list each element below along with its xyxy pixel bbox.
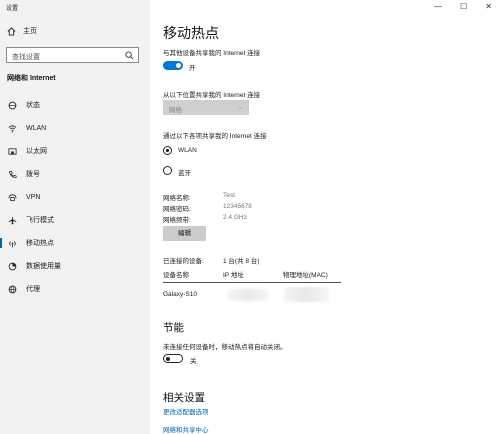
table-divider: [163, 282, 341, 283]
sidebar-item-label: 拨号: [26, 171, 40, 178]
prop-value: 12345678: [223, 203, 252, 210]
main-pane: — ☐ ✕ 移动热点 与其他设备共享我的 Internet 连接 开 从以下位置…: [150, 0, 500, 434]
col-mac: 物理地址(MAC): [283, 272, 328, 279]
sidebar-item-label: 状态: [26, 102, 40, 109]
col-device-name: 设备名称: [163, 272, 189, 279]
home-label: 主页: [23, 28, 37, 35]
link-sharing-center[interactable]: 网络和共享中心: [163, 424, 209, 434]
col-ip: IP 地址: [223, 272, 244, 279]
section-title: 网络和 Internet: [7, 75, 56, 82]
device-name: Galaxy-S10: [163, 291, 197, 298]
connected-label: 已连接的设备:: [163, 258, 204, 265]
search-input[interactable]: 查找设置: [6, 47, 139, 63]
status-icon: [8, 101, 17, 109]
share-toggle[interactable]: [163, 61, 183, 70]
radio-bluetooth[interactable]: [163, 166, 172, 175]
prop-key: 网络频带:: [163, 217, 191, 224]
vpn-icon: [8, 193, 17, 201]
connected-count: 1 台(共 8 台): [223, 258, 260, 265]
radio-wlan[interactable]: [163, 146, 172, 155]
search-icon[interactable]: [125, 51, 134, 60]
power-title: 节能: [163, 322, 184, 334]
sidebar-item-proxy[interactable]: 代理: [0, 281, 150, 297]
edit-button[interactable]: 编辑: [163, 226, 206, 241]
prop-value: 2.4 GHz: [223, 214, 247, 221]
sidebar-item-airplane[interactable]: 飞行模式: [0, 212, 150, 228]
close-button[interactable]: ✕: [485, 2, 492, 11]
radio-bluetooth-label: 蓝牙: [178, 170, 191, 177]
prop-key: 网络名称:: [163, 195, 191, 202]
search-placeholder: 查找设置: [12, 54, 40, 61]
share-over-label: 通过以下各项共享我的 Internet 连接: [163, 133, 267, 140]
proxy-icon: [8, 285, 17, 293]
sidebar-item-data-usage[interactable]: 数据使用量: [0, 258, 150, 274]
redacted-mac: [284, 287, 329, 302]
sidebar-item-ethernet[interactable]: 以太网: [0, 143, 150, 159]
sidebar-item-dialup[interactable]: 拨号: [0, 166, 150, 182]
sidebar-item-status[interactable]: 状态: [0, 97, 150, 113]
radio-wlan-label: WLAN: [178, 147, 197, 154]
minimize-button[interactable]: —: [434, 2, 442, 11]
related-title: 相关设置: [163, 392, 205, 404]
power-toggle-text: 关: [190, 358, 197, 365]
app-title: 设置: [6, 6, 19, 12]
share-toggle-text: 开: [189, 65, 196, 72]
sidebar-item-wlan[interactable]: WLAN: [0, 120, 150, 136]
sidebar-item-hotspot[interactable]: 移动热点: [0, 235, 150, 251]
power-desc: 未连接任何设备时，移动热点将自动关闭。: [163, 344, 287, 351]
maximize-button[interactable]: ☐: [460, 2, 467, 11]
page-title: 移动热点: [163, 25, 219, 41]
dialup-icon: [8, 170, 17, 178]
dropdown-value: 网络: [169, 107, 182, 114]
prop-value: Test: [223, 192, 235, 199]
link-adapter-options[interactable]: 更改适配器选项: [163, 406, 209, 416]
sidebar-item-label: 移动热点: [26, 240, 54, 247]
window-controls: — ☐ ✕: [434, 2, 492, 11]
ethernet-icon: [8, 147, 17, 155]
power-toggle[interactable]: [163, 354, 183, 363]
chevron-down-icon: ⌄: [237, 105, 243, 111]
wifi-icon: [8, 124, 17, 132]
sidebar-item-label: 以太网: [26, 148, 47, 155]
toggle-knob: [166, 356, 170, 361]
sidebar-item-label: 数据使用量: [26, 263, 61, 270]
hotspot-icon: [9, 240, 16, 248]
sidebar-item-label: VPN: [26, 193, 41, 201]
sidebar-item-label: 代理: [26, 286, 40, 293]
sidebar-item-label: WLAN: [26, 124, 47, 132]
airplane-icon: [8, 216, 17, 224]
prop-key: 网络密码:: [163, 206, 191, 213]
home-icon: [7, 26, 16, 36]
share-from-dropdown[interactable]: 网络 ⌄: [163, 100, 249, 115]
share-label: 与其他设备共享我的 Internet 连接: [163, 50, 261, 57]
sidebar-item-vpn[interactable]: VPN: [0, 189, 150, 205]
home-link[interactable]: 主页: [7, 26, 37, 36]
sidebar: 设置 主页 查找设置 网络和 Internet 状态 WLAN 以太网 拨号 V…: [0, 0, 150, 434]
toggle-knob: [176, 63, 181, 68]
redacted-ip: [228, 289, 268, 301]
data-usage-icon: [8, 262, 17, 270]
sidebar-item-label: 飞行模式: [26, 217, 54, 224]
share-from-label: 从以下位置共享我的 Internet 连接: [163, 92, 261, 99]
